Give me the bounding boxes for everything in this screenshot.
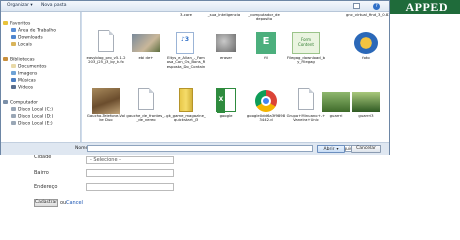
- nav-drive-c[interactable]: Disco Local (C:): [11, 107, 53, 113]
- file-open-dialog: Organizar ▾ Nova pasta ? Favoritos Área …: [0, 0, 390, 155]
- nav-drive-d[interactable]: Disco Local (D:): [11, 114, 53, 120]
- organize-menu[interactable]: Organizar ▾: [7, 3, 33, 8]
- foto-icon: [354, 32, 378, 54]
- doc-icon: [298, 88, 314, 110]
- nav-computer[interactable]: Computador: [3, 100, 38, 106]
- open-button[interactable]: Abrir ▾: [317, 145, 345, 153]
- chrome-icon: [255, 90, 277, 112]
- drive-icon: [11, 107, 16, 111]
- mp3-icon: ♪3: [176, 32, 194, 54]
- star-icon: [3, 21, 8, 25]
- nav-desktop[interactable]: Área de Trabalho: [11, 28, 56, 34]
- navigation-pane: Favoritos Área de Trabalho Downloads Loc…: [1, 12, 81, 142]
- nav-videos[interactable]: Vídeos: [11, 85, 33, 91]
- library-icon: [3, 57, 8, 61]
- dialog-toolbar: Organizar ▾ Nova pasta ?: [1, 1, 389, 12]
- district-input[interactable]: [86, 169, 174, 177]
- filename-input[interactable]: [87, 145, 313, 152]
- desktop-icon: [11, 28, 16, 32]
- guitar-photo-icon: [92, 88, 120, 114]
- file-item[interactable]: E fil: [246, 30, 286, 72]
- site-brand: APPED: [405, 0, 448, 14]
- cancel-button[interactable]: Cancelar: [351, 145, 381, 153]
- nav-favorites[interactable]: Favoritos: [3, 21, 30, 27]
- address-input[interactable]: [86, 183, 174, 191]
- tools-icon: [216, 34, 236, 52]
- file-item[interactable]: X google: [206, 88, 246, 130]
- drive-icon: [11, 121, 16, 125]
- nav-pictures[interactable]: Imagens: [11, 71, 37, 77]
- music-icon: [11, 78, 16, 82]
- zip-icon: [179, 88, 193, 112]
- form-content-icon: Form Content: [292, 32, 320, 54]
- pictures-icon: [11, 71, 16, 75]
- nav-drive-e[interactable]: Disco Local (E:): [11, 121, 53, 127]
- file-item[interactable]: Form Content Filegag_download_by_Filegag: [286, 30, 326, 72]
- file-name[interactable]: gnc_virtual_find_3_0.8301_free: [346, 12, 389, 17]
- help-icon[interactable]: ?: [373, 3, 380, 10]
- view-mode-icon[interactable]: [353, 3, 360, 9]
- documents-icon: [11, 64, 16, 68]
- file-item[interactable]: gk_game_magazine_quickstart_j3: [166, 88, 206, 130]
- file-name[interactable]: _computador_de deposito: [244, 12, 284, 22]
- excel-icon: X: [216, 88, 236, 113]
- drive-icon: [11, 114, 16, 118]
- fileplus-icon: E: [256, 32, 276, 54]
- cancel-link[interactable]: Cancel: [66, 200, 83, 206]
- doc-icon: [98, 30, 114, 52]
- nav-downloads[interactable]: Downloads: [11, 35, 43, 41]
- city-select[interactable]: - Selecione -: [86, 156, 174, 164]
- downloads-icon: [11, 35, 16, 39]
- file-item[interactable]: easyblog_pro_v5.1.2203_j25_j3_by_k.fx: [86, 30, 126, 72]
- photo-icon: [132, 34, 160, 52]
- nav-music[interactable]: Músicas: [11, 78, 36, 84]
- address-label: Endereço: [34, 184, 58, 190]
- district-label: Bairro: [34, 170, 49, 176]
- videos-icon: [11, 85, 16, 89]
- nav-recent-places[interactable]: Locais: [11, 42, 32, 48]
- doc-icon: [138, 88, 154, 110]
- file-name[interactable]: _sua_inteligencia: [204, 12, 244, 17]
- file-item[interactable]: google0dd6a3f98983442.d: [246, 88, 286, 130]
- places-icon: [11, 42, 16, 46]
- file-list-pane: 3-core _sua_inteligencia _computador_de …: [82, 12, 389, 142]
- file-item[interactable]: ebi de+: [126, 30, 166, 72]
- file-item[interactable]: guarrri3: [346, 88, 386, 130]
- new-folder-button[interactable]: Nova pasta: [41, 3, 66, 8]
- file-item[interactable]: Gaucho-Telefone-Volke Duo: [86, 88, 126, 130]
- file-item[interactable]: gauche_de_frontes_-_de_vereo: [126, 88, 166, 130]
- nav-documents[interactable]: Documentos: [11, 64, 46, 70]
- file-item[interactable]: eraser: [206, 30, 246, 72]
- computer-icon: [3, 100, 8, 104]
- nav-libraries[interactable]: Bibliotecas: [3, 57, 35, 63]
- file-item[interactable]: ♪3 Eltys_e_Allan_-_Famosa_Con_Os_Bons_Re…: [166, 30, 206, 72]
- file-item[interactable]: foto: [346, 30, 386, 72]
- chevron-down-icon: ▾: [336, 146, 339, 151]
- submit-button[interactable]: Cadastrar: [34, 199, 58, 207]
- file-name[interactable]: 3-core: [166, 12, 206, 17]
- landscape-icon: [352, 92, 380, 112]
